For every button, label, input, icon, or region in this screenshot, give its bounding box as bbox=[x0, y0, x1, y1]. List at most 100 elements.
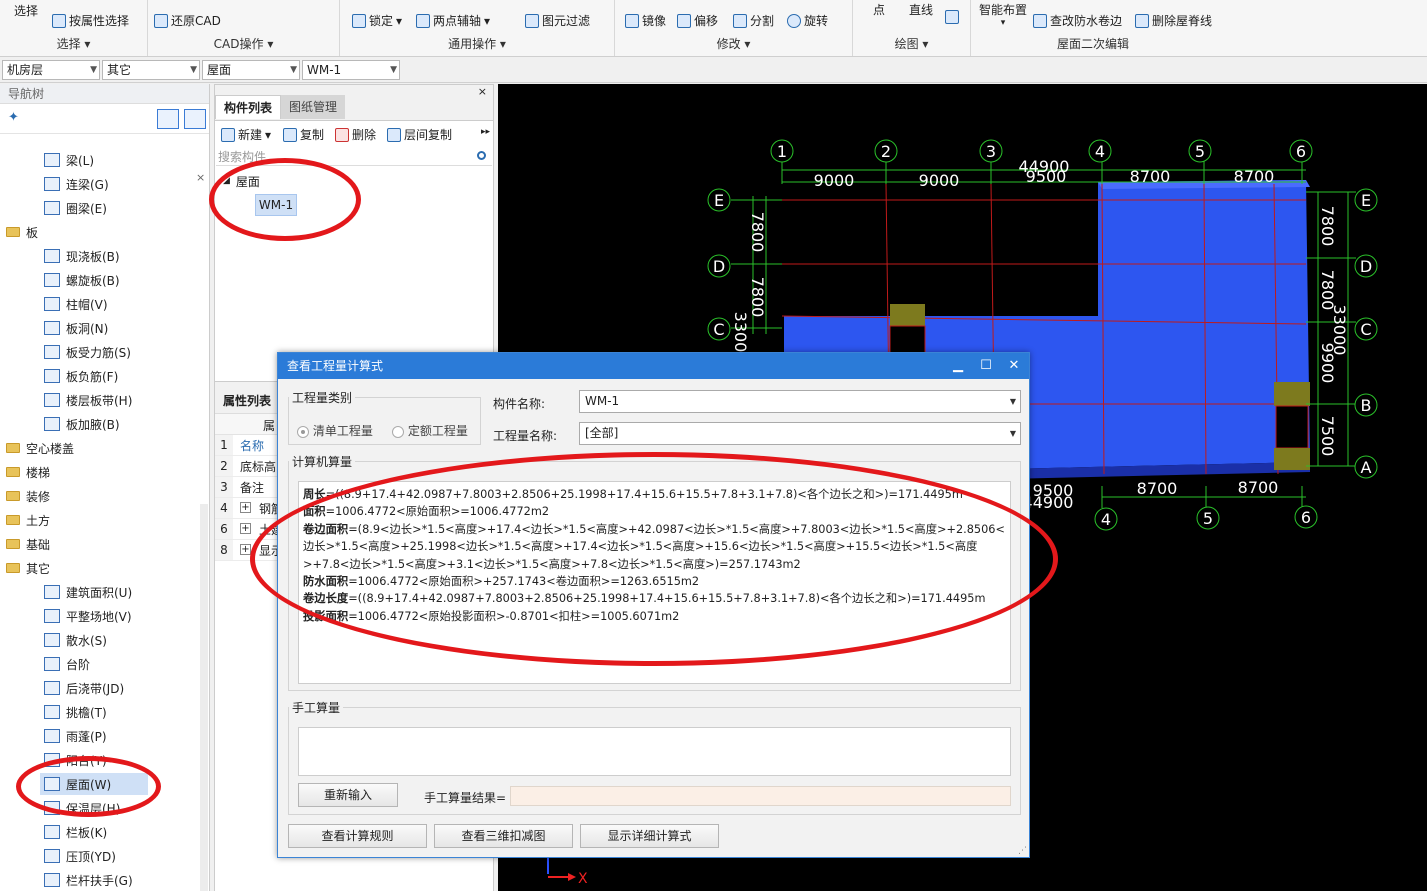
copy-icon bbox=[283, 127, 297, 142]
two-point-axis-button[interactable]: 两点辅轴 ▾ bbox=[416, 12, 490, 29]
lock-button[interactable]: 锁定 ▾ bbox=[352, 12, 402, 29]
quantity-name-combo[interactable]: [全部] ▼ bbox=[579, 422, 1021, 445]
copy-component-button[interactable]: 复制 bbox=[283, 126, 324, 143]
radio-list-quantity[interactable]: 清单工程量 bbox=[297, 422, 373, 439]
nav-item[interactable]: 装修 bbox=[6, 485, 50, 507]
nav-item-label: 台阶 bbox=[66, 657, 91, 672]
rectangle-button[interactable] bbox=[945, 10, 959, 24]
show-detailed-formula-button[interactable]: 显示详细计算式 bbox=[580, 824, 719, 848]
property-name: 名称 bbox=[240, 439, 265, 453]
nav-item-label: 楼梯 bbox=[26, 465, 51, 480]
resize-grip-icon[interactable]: ⋰ bbox=[1018, 846, 1027, 856]
floor-copy-button[interactable]: 层间复制 bbox=[387, 126, 452, 143]
expand-icon[interactable]: + bbox=[240, 544, 251, 555]
point-button[interactable]: 点 bbox=[873, 1, 885, 18]
component-name-combo[interactable]: WM-1 ▼ bbox=[579, 390, 1021, 413]
nav-item[interactable]: 螺旋板(B) bbox=[44, 269, 120, 291]
nav-item[interactable]: 台阶 bbox=[44, 653, 90, 675]
element-filter-button[interactable]: 图元过滤 bbox=[525, 12, 590, 29]
folder-icon bbox=[6, 539, 20, 549]
nav-item[interactable]: 板受力筋(S) bbox=[44, 341, 131, 363]
nav-item[interactable]: 板加腋(B) bbox=[44, 413, 120, 435]
nav-item[interactable]: 建筑面积(U) bbox=[44, 581, 132, 603]
nav-item[interactable]: 圈梁(E) bbox=[44, 197, 107, 219]
line-button[interactable]: 直线 bbox=[909, 1, 933, 18]
nav-scrollbar[interactable] bbox=[200, 504, 208, 891]
nav-item[interactable]: 后浇带(JD) bbox=[44, 677, 124, 699]
nav-item[interactable]: 平整场地(V) bbox=[44, 605, 132, 627]
component-type-select[interactable]: 屋面 ▼ bbox=[202, 60, 300, 80]
offset-button[interactable]: 偏移 bbox=[677, 12, 718, 29]
view-3d-deduction-button[interactable]: 查看三维扣减图 bbox=[434, 824, 573, 848]
new-component-button[interactable]: 新建 ▾ bbox=[221, 126, 271, 143]
close-icon[interactable]: × bbox=[196, 168, 205, 188]
dimension-text: 8700 bbox=[1130, 167, 1171, 186]
nav-item[interactable]: 栏杆扶手(G) bbox=[44, 869, 133, 891]
rotate-button[interactable]: 旋转 bbox=[787, 12, 828, 29]
nav-item-label: 栏板(K) bbox=[66, 825, 108, 840]
nav-item[interactable]: 雨蓬(P) bbox=[44, 725, 107, 747]
nav-item[interactable]: 梁(L) bbox=[44, 149, 94, 171]
list-view-icon[interactable] bbox=[157, 109, 179, 129]
floor-select[interactable]: 机房层 ▼ bbox=[2, 60, 100, 80]
nav-item[interactable]: 楼梯 bbox=[6, 461, 50, 483]
nav-item[interactable]: 其它 bbox=[6, 557, 50, 579]
column-block bbox=[1274, 448, 1310, 470]
group-label-draw: 绘图 ▾ bbox=[894, 37, 929, 51]
mirror-button[interactable]: 镜像 bbox=[625, 12, 666, 29]
minimize-icon[interactable]: ▁ bbox=[945, 353, 971, 379]
category-select[interactable]: 其它 ▼ bbox=[102, 60, 200, 80]
restore-cad-button[interactable]: 还原CAD bbox=[154, 12, 221, 29]
manual-calc-input[interactable] bbox=[298, 727, 1011, 776]
delete-component-button[interactable]: 删除 bbox=[335, 126, 376, 143]
more-icon[interactable]: ▸▸ bbox=[481, 127, 490, 137]
column-hole bbox=[1275, 405, 1309, 449]
ribbon-group-roof-edit: 智能布置 ▾ 查改防水卷边 删除屋脊线 屋面二次编辑 bbox=[971, 0, 1227, 56]
select-by-attribute-button[interactable]: 按属性选择 bbox=[52, 12, 129, 29]
delete-icon bbox=[335, 127, 349, 142]
nav-item[interactable]: 连梁(G) bbox=[44, 173, 109, 195]
reinput-button[interactable]: 重新输入 bbox=[298, 783, 398, 807]
nav-item-label: 空心楼盖 bbox=[26, 441, 75, 456]
search-icon[interactable] bbox=[477, 151, 486, 160]
nav-item[interactable]: 空心楼盖 bbox=[6, 437, 74, 459]
component-icon bbox=[44, 681, 60, 695]
nav-item[interactable]: 挑檐(T) bbox=[44, 701, 107, 723]
mirror-icon bbox=[625, 13, 639, 28]
nav-item-label: 柱帽(V) bbox=[66, 297, 108, 312]
delete-ridge-button[interactable]: 删除屋脊线 bbox=[1135, 12, 1212, 29]
tab-component-list[interactable]: 构件列表 bbox=[215, 95, 282, 119]
maximize-icon[interactable]: ☐ bbox=[973, 353, 999, 379]
folder-icon bbox=[6, 227, 20, 237]
nav-item[interactable]: 散水(S) bbox=[44, 629, 107, 651]
nav-item[interactable]: 基础 bbox=[6, 533, 50, 555]
view-calc-rules-button[interactable]: 查看计算规则 bbox=[288, 824, 427, 848]
nav-item[interactable]: 板 bbox=[6, 221, 38, 243]
split-icon bbox=[733, 13, 747, 28]
axis-label: 2 bbox=[881, 142, 891, 161]
tab-drawing-manager[interactable]: 图纸管理 bbox=[281, 95, 346, 119]
add-icon[interactable]: ✦ bbox=[8, 110, 19, 125]
nav-item[interactable]: 栏板(K) bbox=[44, 821, 107, 843]
select-button[interactable]: 选择 bbox=[14, 2, 38, 19]
axis-label: A bbox=[1361, 458, 1372, 477]
dimension-text: 8700 bbox=[1137, 479, 1178, 498]
nav-item[interactable]: 板洞(N) bbox=[44, 317, 108, 339]
smart-layout-button[interactable]: 智能布置 ▾ bbox=[979, 1, 1027, 28]
radio-quota-quantity[interactable]: 定额工程量 bbox=[392, 422, 468, 439]
nav-item[interactable]: 楼层板带(H) bbox=[44, 389, 132, 411]
nav-item[interactable]: 柱帽(V) bbox=[44, 293, 108, 315]
component-icon bbox=[44, 417, 60, 431]
close-icon[interactable]: × bbox=[478, 85, 487, 98]
nav-item[interactable]: 现浇板(B) bbox=[44, 245, 120, 267]
nav-item[interactable]: 压顶(YD) bbox=[44, 845, 116, 867]
component-select[interactable]: WM-1 ▼ bbox=[302, 60, 400, 80]
nav-item[interactable]: 板负筋(F) bbox=[44, 365, 118, 387]
grid-view-icon[interactable] bbox=[184, 109, 206, 129]
expand-icon[interactable]: + bbox=[240, 523, 251, 534]
nav-item[interactable]: 土方 bbox=[6, 509, 50, 531]
expand-icon[interactable]: + bbox=[240, 502, 251, 513]
modify-waterproof-edge-button[interactable]: 查改防水卷边 bbox=[1033, 12, 1122, 29]
split-button[interactable]: 分割 bbox=[733, 12, 774, 29]
close-icon[interactable]: ✕ bbox=[1001, 353, 1027, 379]
